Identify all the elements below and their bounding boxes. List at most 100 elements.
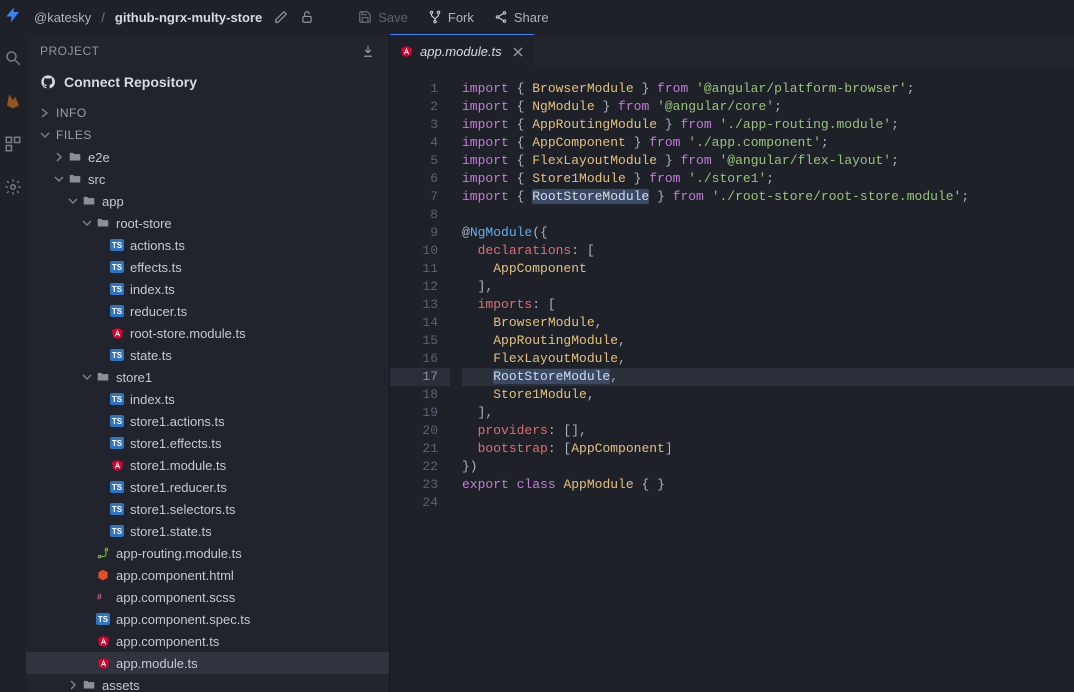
close-icon[interactable]: [512, 46, 524, 58]
ts-icon: TS: [110, 260, 124, 274]
lock-open-icon[interactable]: [300, 10, 314, 24]
edit-icon[interactable]: [274, 10, 288, 24]
file-row[interactable]: TS store1.reducer.ts: [26, 476, 389, 498]
tree-item-label: store1.selectors.ts: [130, 502, 236, 517]
file-row[interactable]: ⬢ app.component.html: [26, 564, 389, 586]
ts-icon: TS: [110, 282, 124, 296]
tree-item-label: app: [102, 194, 124, 209]
folder-row[interactable]: root-store: [26, 212, 389, 234]
tree-item-label: store1.actions.ts: [130, 414, 225, 429]
file-row[interactable]: # app.component.scss: [26, 586, 389, 608]
angular-icon: [110, 326, 124, 340]
folder-icon: [68, 172, 82, 186]
code-content[interactable]: import { BrowserModule } from '@angular/…: [450, 68, 1074, 692]
tree-item-label: store1: [116, 370, 152, 385]
folder-icon: [96, 216, 110, 230]
fork-button[interactable]: Fork: [422, 6, 480, 29]
folder-icon: [96, 370, 110, 384]
line-gutter: 123456789101112131415161718192021222324: [390, 68, 450, 692]
file-row[interactable]: root-store.module.ts: [26, 322, 389, 344]
tree-item-label: app.module.ts: [116, 656, 198, 671]
route-icon: [96, 546, 110, 560]
folder-row[interactable]: src: [26, 168, 389, 190]
project-name[interactable]: github-ngrx-multy-store: [115, 10, 262, 25]
ts-icon: TS: [96, 612, 110, 626]
folder-icon: [82, 678, 96, 692]
section-files[interactable]: FILES: [26, 124, 389, 146]
file-row[interactable]: TS index.ts: [26, 388, 389, 410]
folder-row[interactable]: store1: [26, 366, 389, 388]
tree-item-label: app.component.spec.ts: [116, 612, 250, 627]
angular-icon: [96, 634, 110, 648]
scss-icon: #: [96, 590, 110, 604]
section-info[interactable]: INFO: [26, 102, 389, 124]
tree-item-label: app-routing.module.ts: [116, 546, 242, 561]
tree-item-label: app.component.html: [116, 568, 234, 583]
editor: app.module.ts 12345678910111213141516171…: [390, 34, 1074, 692]
ts-icon: TS: [110, 480, 124, 494]
html-icon: ⬢: [96, 568, 110, 582]
tree-item-label: state.ts: [130, 348, 172, 363]
activity-stackblitz-icon[interactable]: [4, 6, 22, 27]
share-button[interactable]: Share: [488, 6, 555, 29]
file-row[interactable]: TS store1.selectors.ts: [26, 498, 389, 520]
owner-label[interactable]: @katesky: [34, 10, 91, 25]
tree-item-label: index.ts: [130, 392, 175, 407]
tree-item-label: root-store.module.ts: [130, 326, 246, 341]
sidebar: PROJECT Connect Repository INFO FILES e2…: [26, 34, 390, 692]
tab-app-module[interactable]: app.module.ts: [390, 34, 534, 68]
tree-item-label: src: [88, 172, 105, 187]
file-row[interactable]: TS state.ts: [26, 344, 389, 366]
angular-icon: [110, 458, 124, 472]
code-area[interactable]: 123456789101112131415161718192021222324 …: [390, 68, 1074, 692]
file-row[interactable]: store1.module.ts: [26, 454, 389, 476]
folder-row[interactable]: assets: [26, 674, 389, 692]
ts-icon: TS: [110, 524, 124, 538]
ts-icon: TS: [110, 502, 124, 516]
file-row[interactable]: app.component.ts: [26, 630, 389, 652]
ts-icon: TS: [110, 304, 124, 318]
tabbar: app.module.ts: [390, 34, 1074, 68]
tree-item-label: app.component.ts: [116, 634, 219, 649]
activity-ports-icon[interactable]: [4, 135, 22, 156]
file-row[interactable]: TSreducer.ts: [26, 300, 389, 322]
breadcrumb-separator: /: [99, 10, 107, 25]
tree-item-label: app.component.scss: [116, 590, 235, 605]
file-row[interactable]: TS store1.effects.ts: [26, 432, 389, 454]
ts-icon: TS: [110, 392, 124, 406]
tree-item-label: effects.ts: [130, 260, 182, 275]
file-row[interactable]: TS app.component.spec.ts: [26, 608, 389, 630]
tree-item-label: store1.state.ts: [130, 524, 212, 539]
folder-icon: [68, 150, 82, 164]
file-row[interactable]: TSactions.ts: [26, 234, 389, 256]
tree-item-label: actions.ts: [130, 238, 185, 253]
file-row[interactable]: TS store1.state.ts: [26, 520, 389, 542]
ts-icon: TS: [110, 436, 124, 450]
connect-repository-button[interactable]: Connect Repository: [26, 66, 389, 102]
save-button[interactable]: Save: [352, 6, 414, 29]
file-row[interactable]: TS index.ts: [26, 278, 389, 300]
file-row[interactable]: app.module.ts: [26, 652, 389, 674]
file-row[interactable]: app-routing.module.ts: [26, 542, 389, 564]
ts-icon: TS: [110, 348, 124, 362]
project-header: PROJECT: [26, 34, 389, 66]
file-row[interactable]: TS effects.ts: [26, 256, 389, 278]
activity-settings-icon[interactable]: [4, 178, 22, 199]
tree-item-label: store1.reducer.ts: [130, 480, 227, 495]
tree-item-label: assets: [102, 678, 140, 692]
folder-row[interactable]: e2e: [26, 146, 389, 168]
download-icon[interactable]: [361, 44, 375, 58]
topbar: @katesky / github-ngrx-multy-store Save …: [26, 0, 1074, 34]
tab-filename: app.module.ts: [420, 44, 502, 59]
svg-text:#: #: [97, 592, 102, 601]
ts-icon: TS: [110, 414, 124, 428]
angular-icon: [96, 656, 110, 670]
tree-item-label: store1.effects.ts: [130, 436, 222, 451]
folder-row[interactable]: app: [26, 190, 389, 212]
angular-icon: [400, 45, 414, 59]
tree-item-label: index.ts: [130, 282, 175, 297]
activity-firebase-icon[interactable]: [4, 92, 22, 113]
activity-search-icon[interactable]: [4, 49, 22, 70]
tree-item-label: store1.module.ts: [130, 458, 226, 473]
file-row[interactable]: TS store1.actions.ts: [26, 410, 389, 432]
